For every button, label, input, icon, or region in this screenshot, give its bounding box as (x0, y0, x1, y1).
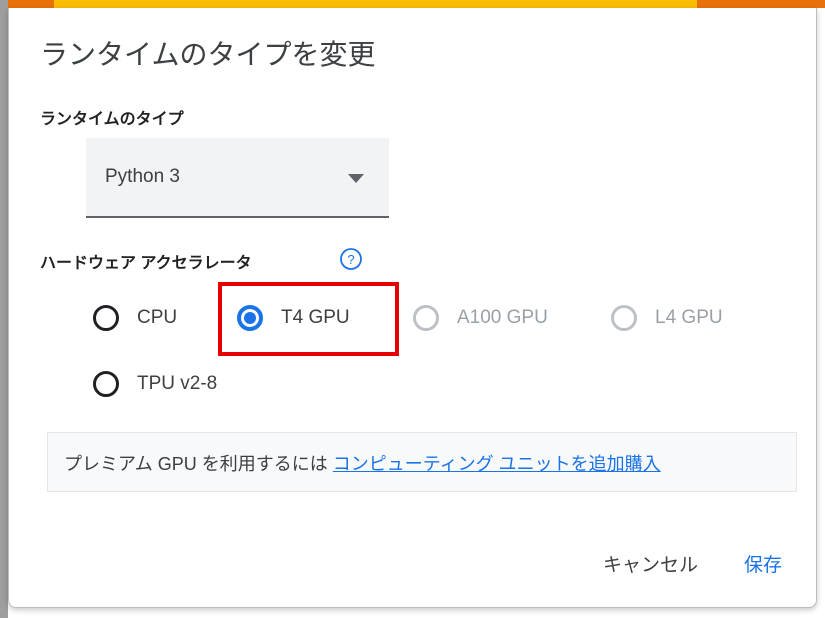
runtime-type-select[interactable]: Python 3 (86, 138, 389, 218)
change-runtime-type-dialog: ランタイムのタイプを変更 ランタイムのタイプ Python 3 ハードウェア ア… (8, 8, 817, 608)
radio-mark-a100-gpu (413, 305, 439, 331)
premium-gpu-notice: プレミアム GPU を利用するには コンピューティング ユニットを追加購入 (47, 432, 797, 492)
radio-mark-cpu (93, 305, 119, 331)
cancel-button[interactable]: キャンセル (593, 542, 708, 585)
radio-option-tpu-v2-8[interactable]: TPU v2-8 (93, 371, 217, 397)
help-circle-icon[interactable]: ? (339, 247, 363, 271)
save-button[interactable]: 保存 (734, 542, 792, 585)
radio-option-t4-gpu[interactable]: T4 GPU (237, 305, 350, 331)
radio-label-cpu: CPU (137, 307, 178, 328)
radio-option-a100-gpu: A100 GPU (413, 305, 548, 331)
runtime-type-label: ランタイムのタイプ (40, 111, 184, 128)
radio-label-t4-gpu: T4 GPU (281, 307, 350, 328)
radio-mark-tpu-v2-8 (93, 371, 119, 397)
runtime-type-selected-value: Python 3 (105, 166, 180, 187)
radio-mark-t4-gpu (237, 305, 263, 331)
page-backdrop (0, 0, 8, 618)
premium-notice-message: プレミアム GPU を利用するには (64, 454, 328, 474)
svg-text:?: ? (347, 252, 354, 267)
radio-mark-l4-gpu (611, 305, 637, 331)
chevron-down-icon (348, 174, 364, 183)
buy-compute-units-link[interactable]: コンピューティング ユニットを追加購入 (333, 454, 661, 474)
dialog-title: ランタイムのタイプを変更 (40, 39, 376, 70)
progress-segment-right (697, 0, 825, 8)
radio-option-cpu[interactable]: CPU (93, 305, 177, 331)
hardware-accelerator-label: ハードウェア アクセラレータ (40, 255, 252, 272)
progress-segment-left (8, 0, 54, 8)
radio-label-tpu-v2-8: TPU v2-8 (137, 373, 218, 394)
dialog-actions: キャンセル 保存 (593, 542, 792, 585)
radio-label-l4-gpu: L4 GPU (655, 307, 723, 328)
radio-option-l4-gpu: L4 GPU (611, 305, 723, 331)
premium-notice-text: プレミアム GPU を利用するには コンピューティング ユニットを追加購入 (64, 450, 661, 476)
loading-progress-bar (8, 0, 825, 8)
radio-label-a100-gpu: A100 GPU (457, 307, 548, 328)
